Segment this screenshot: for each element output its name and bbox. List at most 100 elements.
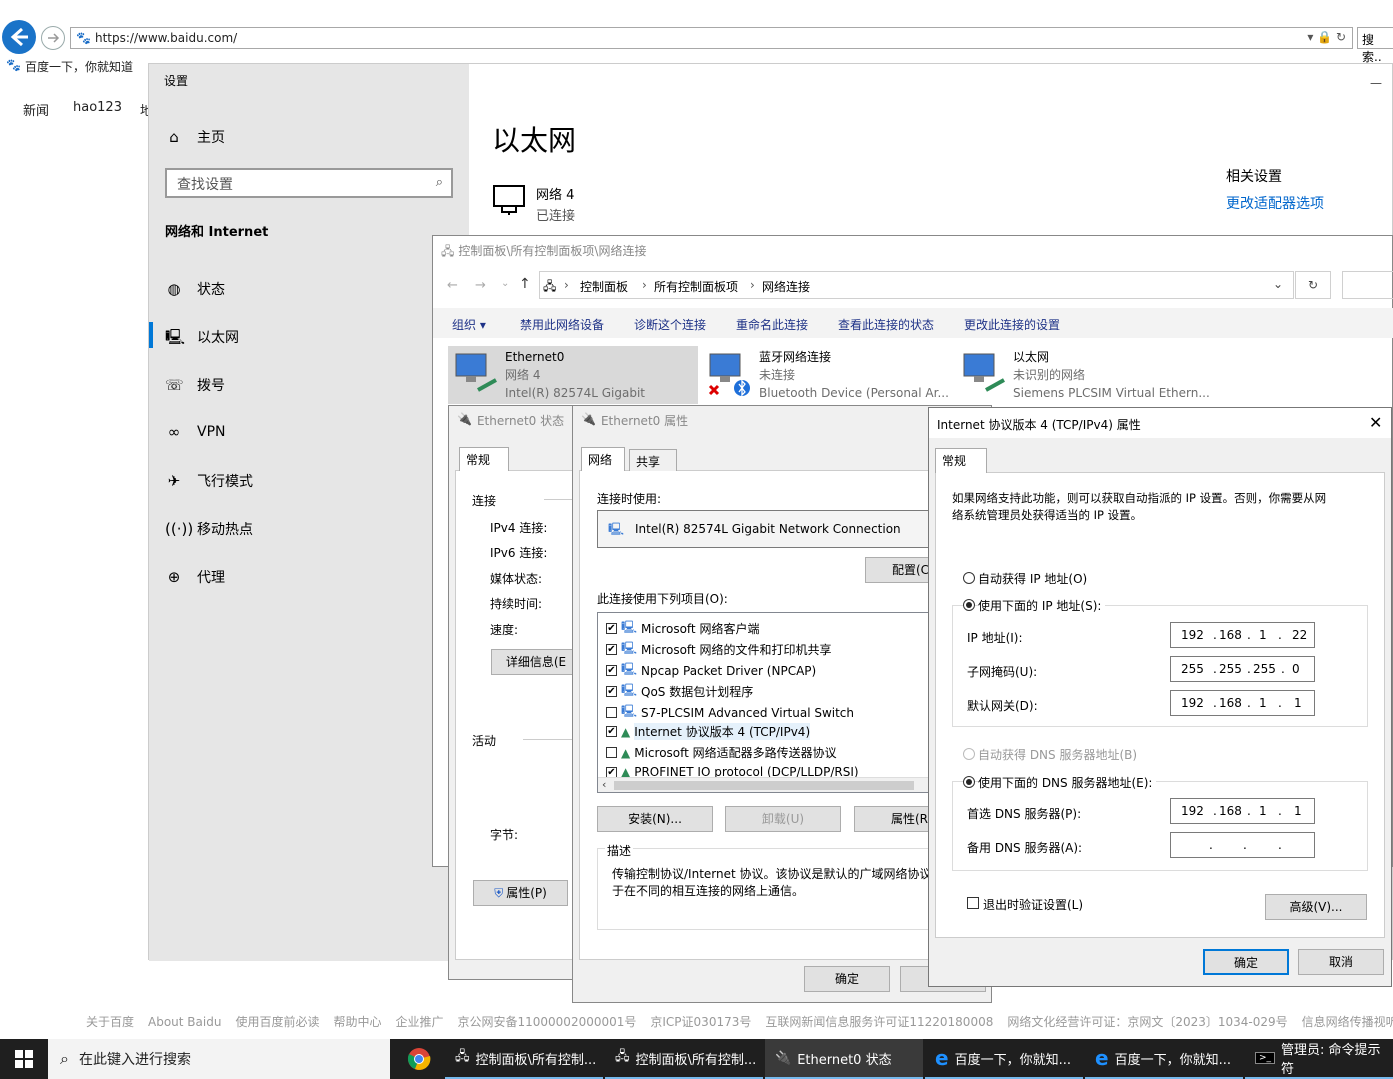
tab-general[interactable]: 常规 [935,448,987,473]
view-status-command[interactable]: 查看此连接的状态 [838,316,934,333]
sidebar-item-ethernet[interactable]: 🖳 以太网 [165,327,239,347]
auto-dns-radio[interactable] [963,748,975,760]
cancel-button[interactable]: 取消 [1298,949,1384,975]
browser-search-button[interactable]: 搜索.. [1357,27,1393,64]
change-settings-command[interactable]: 更改此连接的设置 [964,316,1060,333]
sidebar-item-proxy[interactable]: ⊕ 代理 [165,567,225,587]
back-arrow-icon[interactable]: ← [447,278,458,293]
checkbox[interactable]: ✔ [606,686,617,697]
footer-link[interactable]: About Baidu [148,1015,221,1029]
manual-ip-label[interactable]: 使用下面的 IP 地址(S): [978,597,1106,614]
organize-menu[interactable]: 组织 ▾ [452,316,486,333]
auto-ip-label[interactable]: 自动获得 IP 地址(O) [978,570,1087,587]
list-item[interactable]: ▲ Microsoft 网络适配器多路传送器协议 [606,744,837,761]
components-list[interactable]: ✔ 🖳 Microsoft 网络客户端 ✔ 🖳 Microsoft 网络的文件和打印机共… [597,612,937,793]
install-button[interactable]: 安装(N)... [597,806,713,832]
chevron-down-icon[interactable]: ⌄ [1273,277,1283,291]
close-icon[interactable]: ✕ [1369,413,1382,432]
validate-label[interactable]: 退出时验证设置(L) [983,896,1083,913]
footer-link[interactable]: 京公网安备11000002000001号 [458,1015,637,1029]
manual-ip-radio[interactable] [963,599,975,611]
list-item[interactable]: ✔ 🖳 Microsoft 网络的文件和打印机共享 [606,639,831,660]
rename-command[interactable]: 重命名此连接 [736,316,808,333]
checkbox[interactable] [606,747,617,758]
forward-arrow-icon[interactable]: → [475,278,486,293]
sidebar-item-status[interactable]: ◍ 状态 [165,279,225,299]
list-item[interactable]: ✔ ▲ Internet 协议版本 4 (TCP/IPv4) [606,723,811,740]
checkbox[interactable]: ✔ [606,623,617,634]
checkbox[interactable]: ✔ [606,766,617,778]
adapter-item-bluetooth[interactable]: 蓝牙网络连接 未连接 Bluetooth Device (Personal Ar… [702,346,952,404]
horizontal-scrollbar[interactable]: ‹ [598,777,936,792]
footer-link[interactable]: 关于百度 [86,1015,134,1029]
scroll-left-icon[interactable]: ‹ [602,778,606,791]
footer-link[interactable]: 互联网新闻信息服务许可证11220180008 [765,1015,993,1029]
taskbar-search-input[interactable]: ⌕ 在此键入进行搜索 [48,1039,390,1079]
taskbar-item[interactable]: >_ 管理员: 命令提示符 [1245,1039,1393,1079]
adapter-item-ethernet0[interactable]: Ethernet0 网络 4 Intel(R) 82574L Gigabit N… [448,346,698,418]
taskbar-item[interactable]: e 百度一下，你就知... [1085,1039,1243,1079]
adapter-item-ethernet[interactable]: 以太网 未识别的网络 Siemens PLCSIM Virtual Ethern… [956,346,1216,404]
settings-search-input[interactable]: 查找设置 ⌕ [165,168,453,198]
taskbar-item[interactable]: 🖧 控制面板\所有控制... [605,1039,763,1079]
uninstall-button[interactable]: 卸载(U) [725,806,841,832]
footer-link[interactable]: 信息网络传播视听节目许可 [1302,1015,1393,1029]
footer-link[interactable]: 帮助中心 [333,1015,381,1029]
sidebar-item-hotspot[interactable]: ((·)) 移动热点 [165,519,253,539]
footer-link[interactable]: 网络文化经营许可证：京网文〔2023〕1034-029号 [1007,1015,1287,1029]
list-item[interactable]: 🖳 S7-PLCSIM Advanced Virtual Switch [606,702,854,723]
browser-tab[interactable]: 🐾 百度一下，你就知道 [0,55,139,77]
list-item[interactable]: ✔ 🖳 Microsoft 网络客户端 [606,618,759,639]
breadcrumb-item[interactable]: 控制面板 [580,278,628,295]
refresh-button[interactable]: ↻ [1295,271,1331,299]
ok-button[interactable]: 确定 [1203,949,1289,975]
checkbox[interactable]: ✔ [606,665,617,676]
baidu-nav-hao123[interactable]: hao123 [73,100,122,115]
search-input[interactable] [1342,271,1393,299]
sidebar-item-vpn[interactable]: ∞ VPN [165,423,226,441]
taskbar-chrome[interactable] [398,1039,440,1079]
tab-network[interactable]: 网络 [581,447,625,471]
sidebar-item-airplane[interactable]: ✈ 飞行模式 [165,471,253,491]
auto-dns-label[interactable]: 自动获得 DNS 服务器地址(B) [978,746,1137,763]
manual-dns-radio[interactable] [963,776,975,788]
forward-button[interactable] [41,26,65,50]
diagnose-command[interactable]: 诊断这个连接 [634,316,706,333]
manual-dns-label[interactable]: 使用下面的 DNS 服务器地址(E): [978,774,1157,791]
preferred-dns-input[interactable]: 192. 168. 1. 1 [1170,798,1315,824]
auto-ip-radio[interactable] [963,572,975,584]
start-button[interactable] [0,1039,48,1079]
checkbox[interactable] [606,707,617,718]
breadcrumb-item[interactable]: 所有控制面板项 [654,278,738,295]
sidebar-item-dialup[interactable]: ☏ 拨号 [165,375,225,395]
advanced-button[interactable]: 高级(V)... [1265,894,1367,920]
network-card[interactable]: 网络 4 已连接 [492,184,575,224]
properties-button[interactable]: ⛨ 属性(P) [473,880,568,906]
up-arrow-icon[interactable]: ↑ [519,276,531,292]
breadcrumb-item[interactable]: 网络连接 [762,278,810,295]
minimize-button[interactable]: — [1370,76,1382,90]
address-bar[interactable]: 🐾 https://www.baidu.com/ ▾ 🔒 ↻ [70,27,1353,49]
validate-checkbox[interactable] [967,897,979,909]
gateway-input[interactable]: 192. 168. 1. 1 [1170,690,1315,716]
disable-device-command[interactable]: 禁用此网络设备 [520,316,604,333]
back-button[interactable] [2,20,36,54]
footer-link[interactable]: 使用百度前必读 [235,1015,319,1029]
footer-link[interactable]: 企业推广 [395,1015,443,1029]
list-item[interactable]: ✔ 🖳 Npcap Packet Driver (NPCAP) [606,660,816,681]
subnet-mask-input[interactable]: 255. 255. 255. 0 [1170,656,1315,682]
change-adapter-link[interactable]: 更改适配器选项 [1226,193,1324,213]
scroll-thumb[interactable] [614,781,914,790]
sidebar-item-home[interactable]: ⌂ 主页 [165,127,225,147]
lock-refresh-icon[interactable]: ▾ 🔒 ↻ [1307,30,1346,44]
alternate-dns-input[interactable]: . . . [1170,832,1315,858]
taskbar-item[interactable]: 🖧 控制面板\所有控制... [445,1039,603,1079]
taskbar-item[interactable]: 🔌 Ethernet0 状态 [765,1039,923,1079]
footer-link[interactable]: 京ICP证030173号 [650,1015,751,1029]
list-item[interactable]: ✔ 🖳 QoS 数据包计划程序 [606,681,753,702]
taskbar-item[interactable]: e 百度一下，你就知... [925,1039,1083,1079]
tab-sharing[interactable]: 共享 [629,449,677,471]
ok-button[interactable]: 确定 [804,966,890,992]
tab-general[interactable]: 常规 [459,447,509,471]
checkbox[interactable]: ✔ [606,726,617,737]
